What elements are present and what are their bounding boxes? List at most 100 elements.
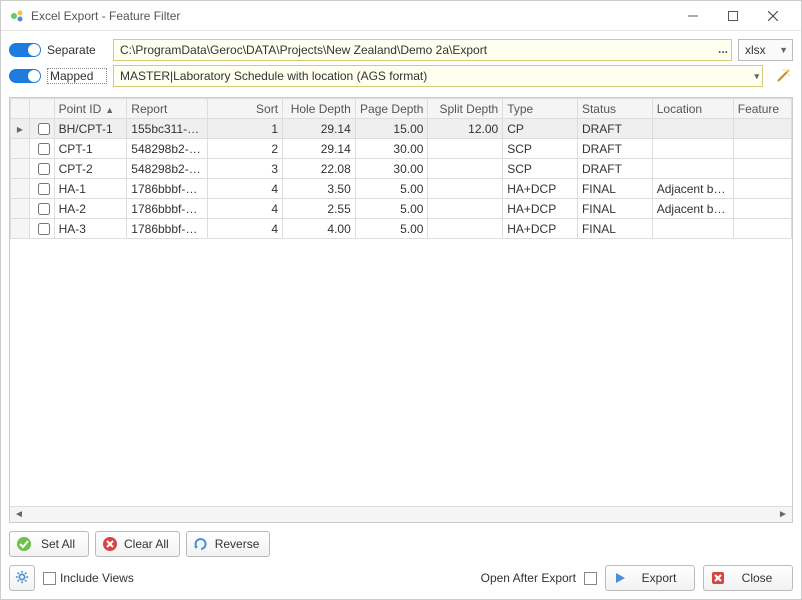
table-row[interactable]: HA-11786bbbf-2c...43.505.00HA+DCPFINALAd… — [11, 179, 792, 199]
row-checkbox-cell[interactable] — [29, 159, 54, 179]
minimize-button[interactable] — [673, 4, 713, 28]
header-point[interactable]: Point ID▲ — [54, 99, 127, 119]
cell-page: 5.00 — [355, 179, 428, 199]
cell-report: 548298b2-80... — [127, 139, 208, 159]
browse-path-button[interactable]: ... — [718, 42, 728, 56]
header-hole[interactable]: Hole Depth — [283, 99, 356, 119]
chevron-down-icon: ▾ — [754, 71, 759, 81]
schedule-input[interactable] — [113, 65, 763, 87]
row-checkbox[interactable] — [38, 183, 50, 195]
cell-page: 15.00 — [355, 119, 428, 139]
table-row[interactable]: HA-31786bbbf-2c...44.005.00HA+DCPFINAL — [11, 219, 792, 239]
header-row: Point ID▲ Report Sort Hole Depth Page De… — [11, 99, 792, 119]
cell-page: 5.00 — [355, 199, 428, 219]
cell-sort: 4 — [208, 199, 283, 219]
cell-hole: 2.55 — [283, 199, 356, 219]
header-sort[interactable]: Sort — [208, 99, 283, 119]
cell-page: 5.00 — [355, 219, 428, 239]
header-feature[interactable]: Feature — [733, 99, 791, 119]
header-page[interactable]: Page Depth — [355, 99, 428, 119]
mapped-toggle[interactable] — [9, 69, 41, 83]
header-report[interactable]: Report — [127, 99, 208, 119]
cell-type: CP — [503, 119, 578, 139]
header-status[interactable]: Status — [577, 99, 652, 119]
check-green-icon — [16, 536, 32, 552]
reverse-button[interactable]: Reverse — [186, 531, 271, 557]
cell-sort: 1 — [208, 119, 283, 139]
grid-area: Point ID▲ Report Sort Hole Depth Page De… — [9, 97, 793, 523]
format-value: xlsx — [745, 43, 766, 57]
cell-status: FINAL — [577, 219, 652, 239]
row-checkbox-cell[interactable] — [29, 119, 54, 139]
export-button[interactable]: Export — [605, 565, 695, 591]
row-checkbox-cell[interactable] — [29, 219, 54, 239]
cell-feature — [733, 159, 791, 179]
row-checkbox[interactable] — [38, 203, 50, 215]
table-row[interactable]: CPT-2548298b2-80...322.0830.00SCPDRAFT — [11, 159, 792, 179]
export-path-wrap: ... — [113, 39, 732, 61]
row-marker — [11, 139, 30, 159]
clear-all-button[interactable]: Clear All — [95, 531, 180, 557]
mapped-label: Mapped — [47, 68, 107, 84]
chevron-down-icon: ▼ — [779, 45, 788, 55]
cell-feature — [733, 179, 791, 199]
schedule-wrap: ▾ — [113, 65, 763, 87]
close-button[interactable]: Close — [703, 565, 793, 591]
cell-split — [428, 159, 503, 179]
header-type[interactable]: Type — [503, 99, 578, 119]
include-views-label: Include Views — [60, 571, 134, 585]
settings-button[interactable] — [9, 565, 35, 591]
cell-sort: 2 — [208, 139, 283, 159]
header-split[interactable]: Split Depth — [428, 99, 503, 119]
table-row[interactable]: CPT-1548298b2-80...229.1430.00SCPDRAFT — [11, 139, 792, 159]
close-window-button[interactable] — [753, 4, 793, 28]
scroll-left-button[interactable]: ◄ — [12, 508, 26, 522]
row-checkbox[interactable] — [38, 143, 50, 155]
cell-hole: 4.00 — [283, 219, 356, 239]
open-after-checkbox[interactable] — [584, 572, 597, 585]
open-after-label: Open After Export — [481, 571, 576, 585]
table-row[interactable]: ▸BH/CPT-1155bc311-a4...129.1415.0012.00C… — [11, 119, 792, 139]
row-marker — [11, 159, 30, 179]
cell-type: HA+DCP — [503, 179, 578, 199]
set-all-label: Set All — [38, 537, 78, 551]
data-grid: Point ID▲ Report Sort Hole Depth Page De… — [10, 98, 792, 239]
table-row[interactable]: HA-21786bbbf-2c...42.555.00HA+DCPFINALAd… — [11, 199, 792, 219]
format-select[interactable]: xlsx ▼ — [738, 39, 793, 61]
set-all-button[interactable]: Set All — [9, 531, 89, 557]
row-checkbox-cell[interactable] — [29, 179, 54, 199]
row-checkbox-cell[interactable] — [29, 139, 54, 159]
cell-sort: 4 — [208, 219, 283, 239]
mapped-row: Mapped ▾ — [9, 65, 793, 87]
row-checkbox[interactable] — [38, 123, 50, 135]
separate-toggle[interactable] — [9, 43, 41, 57]
cell-type: SCP — [503, 159, 578, 179]
export-path-input[interactable] — [113, 39, 732, 61]
grid-scroll[interactable]: Point ID▲ Report Sort Hole Depth Page De… — [10, 98, 792, 506]
sort-asc-icon: ▲ — [105, 105, 114, 115]
cell-hole: 29.14 — [283, 139, 356, 159]
header-check — [29, 99, 54, 119]
include-views-checkbox[interactable]: Include Views — [43, 571, 134, 585]
cell-status: DRAFT — [577, 159, 652, 179]
cell-report: 548298b2-80... — [127, 159, 208, 179]
row-checkbox[interactable] — [38, 223, 50, 235]
header-location[interactable]: Location — [652, 99, 733, 119]
selection-buttons: Set All Clear All Reverse — [1, 527, 801, 561]
horizontal-scrollbar[interactable]: ◄ ► — [10, 506, 792, 522]
cell-status: DRAFT — [577, 119, 652, 139]
cell-point: HA-2 — [54, 199, 127, 219]
cell-type: HA+DCP — [503, 219, 578, 239]
cell-status: DRAFT — [577, 139, 652, 159]
wand-button[interactable] — [773, 66, 793, 86]
options-area: Separate ... xlsx ▼ Mapped ▾ — [1, 31, 801, 95]
cell-report: 1786bbbf-2c... — [127, 219, 208, 239]
scroll-right-button[interactable]: ► — [776, 508, 790, 522]
row-checkbox-cell[interactable] — [29, 199, 54, 219]
cell-feature — [733, 219, 791, 239]
cell-location: Adjacent brid... — [652, 199, 733, 219]
maximize-button[interactable] — [713, 4, 753, 28]
cell-split — [428, 179, 503, 199]
row-checkbox[interactable] — [38, 163, 50, 175]
schedule-dropdown-button[interactable]: ▾ — [754, 68, 759, 82]
